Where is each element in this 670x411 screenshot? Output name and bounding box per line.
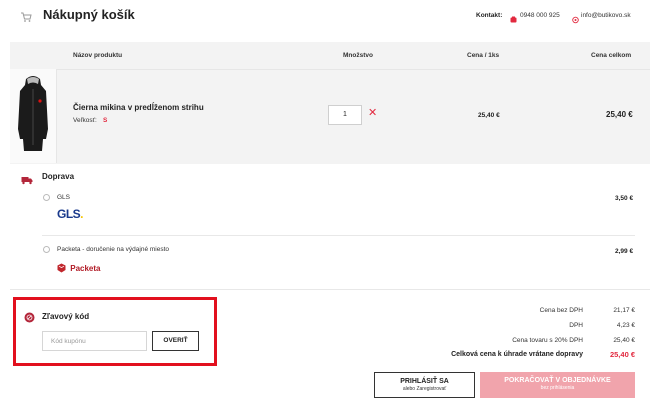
quantity-input[interactable]: 1 (328, 105, 362, 125)
summary-gross-label: Cena tovaru s 20% DPH (512, 337, 583, 344)
shipping-divider (42, 235, 635, 236)
shipping-packeta-price: 2,99 € (615, 248, 634, 255)
product-size-value: S (103, 117, 108, 124)
col-unit-price: Cena / 1ks (467, 52, 500, 59)
contact-label: Kontakt: (476, 12, 503, 19)
discount-title: Zľavový kód (42, 312, 90, 321)
summary-total-value: 25,40 € (609, 350, 635, 359)
summary-vat-label: DPH (569, 322, 583, 329)
packeta-logo: Packeta (57, 263, 100, 273)
page-title: Nákupný košík (43, 7, 135, 22)
summary-vat-value: 4,23 € (616, 322, 635, 329)
cart-icon (20, 10, 32, 22)
gls-logo: GLS. (57, 207, 84, 221)
unit-price: 25,40 € (478, 112, 500, 119)
col-quantity: Množstvo (343, 52, 373, 59)
truck-icon (21, 172, 33, 190)
product-name[interactable]: Čierna mikina v predĺženom strihu (73, 103, 204, 112)
shipping-title: Doprava (42, 172, 75, 181)
remove-item-icon[interactable]: ✕ (368, 106, 377, 120)
summary-net-value: 21,17 € (613, 307, 635, 314)
login-button[interactable]: PRIHLÁSIŤ SA alebo Zaregistrovať (374, 372, 475, 398)
section-divider (10, 289, 650, 290)
email-icon (572, 11, 579, 29)
shipping-gls-radio[interactable] (43, 194, 50, 201)
continue-button-label: POKRAČOVAŤ V OBJEDNÁVKE (504, 377, 611, 384)
email-link[interactable]: info@butikovo.sk (581, 12, 631, 19)
phone-link[interactable]: 0948 000 925 (520, 12, 560, 19)
continue-button-sublabel: bez prihlásenia (540, 385, 575, 391)
phone-icon (510, 11, 517, 29)
summary-gross-value: 25,40 € (613, 337, 635, 344)
product-size-label: Veľkosť: (73, 117, 97, 124)
discount-icon (24, 310, 35, 328)
line-total-price: 25,40 € (606, 110, 633, 119)
login-button-sublabel: alebo Zaregistrovať (402, 386, 447, 392)
col-product-name: Názov produktu (73, 52, 123, 59)
summary-net-label: Cena bez DPH (539, 307, 583, 314)
shipping-packeta-radio[interactable] (43, 246, 50, 253)
product-image[interactable] (10, 69, 57, 163)
shipping-gls-label[interactable]: GLS (57, 194, 70, 201)
shipping-packeta-label[interactable]: Packeta - doručenie na výdajné miesto (57, 246, 169, 253)
continue-order-button[interactable]: POKRAČOVAŤ V OBJEDNÁVKE bez prihlásenia (480, 372, 635, 398)
login-button-label: PRIHLÁSIŤ SA (400, 378, 449, 385)
summary-total-label: Celková cena k úhrade vrátane dopravy (451, 351, 583, 358)
shipping-gls-price: 3,50 € (615, 195, 634, 202)
verify-coupon-button[interactable]: OVERIŤ (152, 331, 199, 351)
coupon-input[interactable] (42, 331, 147, 351)
col-total-price: Cena celkom (591, 52, 632, 59)
